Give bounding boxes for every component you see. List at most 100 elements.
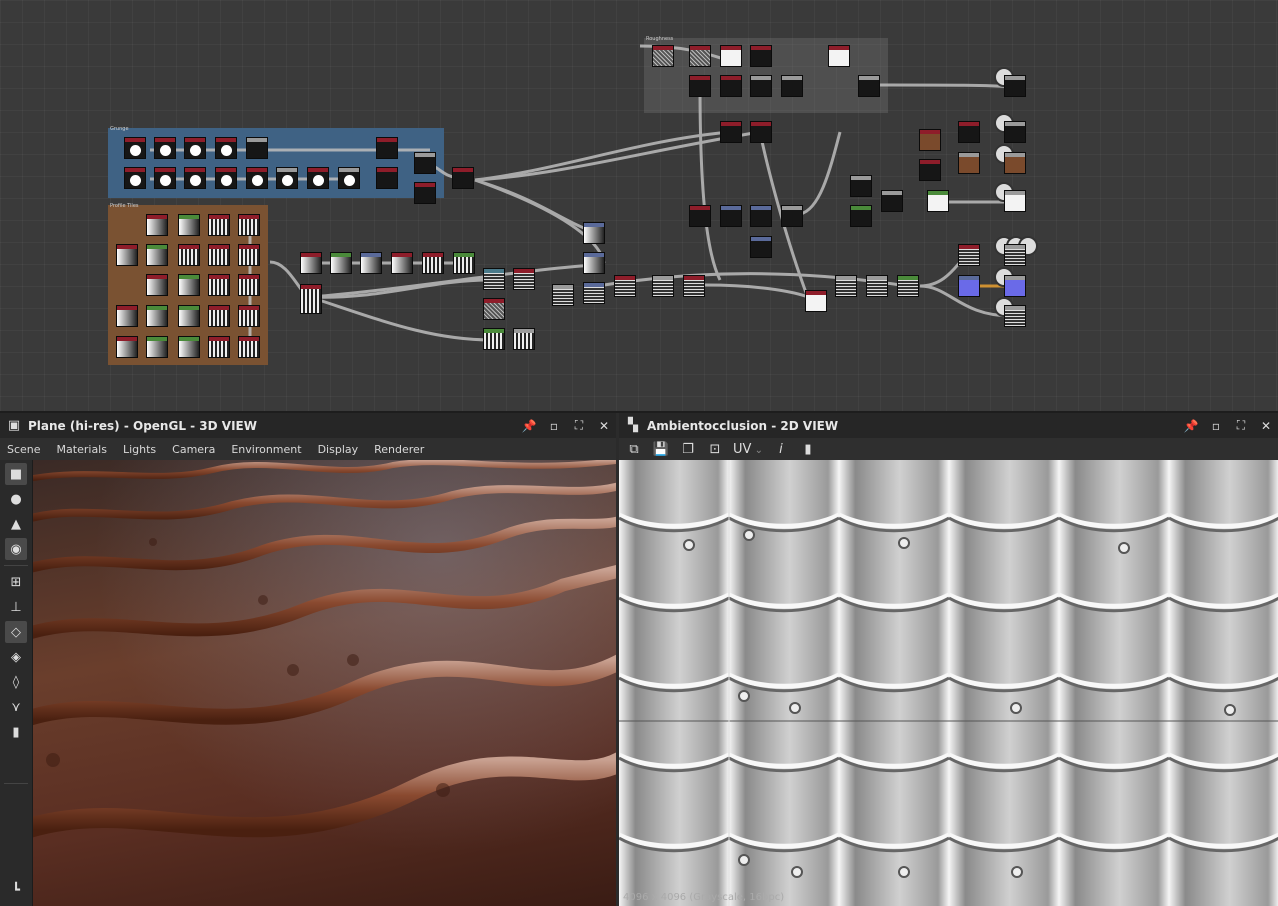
- graph-node[interactable]: [178, 274, 200, 296]
- hierarchy-icon[interactable]: ┗: [5, 879, 27, 901]
- graph-node[interactable]: [720, 205, 742, 227]
- graph-node[interactable]: [422, 252, 444, 274]
- graph-node[interactable]: [330, 252, 352, 274]
- graph-node[interactable]: [246, 137, 268, 159]
- graph-node[interactable]: [583, 222, 605, 244]
- graph-node[interactable]: [238, 336, 260, 358]
- viewport-3d[interactable]: [33, 460, 616, 906]
- graph-node[interactable]: [483, 298, 505, 320]
- graph-node[interactable]: [238, 274, 260, 296]
- uv-dropdown[interactable]: UV ⌄: [733, 442, 763, 457]
- graph-node[interactable]: [866, 275, 888, 297]
- restore-icon[interactable]: ▫: [546, 419, 562, 433]
- stats-icon[interactable]: ▮: [5, 721, 27, 743]
- graph-node[interactable]: [215, 167, 237, 189]
- graph-node[interactable]: [781, 75, 803, 97]
- export-icon[interactable]: ⧉: [625, 442, 643, 457]
- graph-node[interactable]: [178, 336, 200, 358]
- graph-node[interactable]: [919, 129, 941, 151]
- graph-node[interactable]: [116, 244, 138, 266]
- graph-node[interactable]: [919, 159, 941, 181]
- environment-icon[interactable]: ▲: [5, 513, 27, 535]
- graph-node[interactable]: [208, 244, 230, 266]
- graph-node[interactable]: [452, 167, 474, 189]
- graph-node[interactable]: [483, 328, 505, 350]
- graph-node[interactable]: [178, 244, 200, 266]
- graph-node[interactable]: [1004, 190, 1026, 212]
- graph-node[interactable]: [124, 167, 146, 189]
- graph-node[interactable]: [689, 75, 711, 97]
- graph-node[interactable]: [805, 290, 827, 312]
- graph-node[interactable]: [1004, 152, 1026, 174]
- light-icon[interactable]: ●: [5, 488, 27, 510]
- graph-node[interactable]: [276, 167, 298, 189]
- graph-node[interactable]: [614, 275, 636, 297]
- menu-environment[interactable]: Environment: [231, 443, 301, 456]
- graph-node[interactable]: [146, 274, 168, 296]
- graph-node[interactable]: [689, 205, 711, 227]
- close-icon[interactable]: ✕: [1258, 419, 1274, 433]
- graph-node[interactable]: [376, 137, 398, 159]
- menu-lights[interactable]: Lights: [123, 443, 156, 456]
- menu-materials[interactable]: Materials: [57, 443, 107, 456]
- graph-node[interactable]: [720, 75, 742, 97]
- mesh-icon[interactable]: ◈: [5, 646, 27, 668]
- graph-node[interactable]: [184, 167, 206, 189]
- graph-node[interactable]: [483, 268, 505, 290]
- graph-node[interactable]: [1004, 75, 1026, 97]
- graph-node[interactable]: [750, 121, 772, 143]
- graph-node[interactable]: [338, 167, 360, 189]
- graph-node[interactable]: [958, 152, 980, 174]
- info-icon[interactable]: i: [772, 442, 790, 457]
- graph-node[interactable]: [1004, 121, 1026, 143]
- graph-node[interactable]: [850, 175, 872, 197]
- graph-node[interactable]: [881, 190, 903, 212]
- graph-node[interactable]: [835, 275, 857, 297]
- plane-icon[interactable]: ◊: [5, 671, 27, 693]
- graph-node[interactable]: [1004, 275, 1026, 297]
- graph-node[interactable]: [124, 137, 146, 159]
- graph-node[interactable]: [781, 205, 803, 227]
- graph-node[interactable]: [583, 282, 605, 304]
- graph-node[interactable]: [750, 205, 772, 227]
- graph-node[interactable]: [513, 268, 535, 290]
- graph-node[interactable]: [750, 236, 772, 258]
- graph-node[interactable]: [689, 45, 711, 67]
- graph-node[interactable]: [184, 137, 206, 159]
- graph-node[interactable]: [300, 284, 322, 314]
- menu-display[interactable]: Display: [318, 443, 359, 456]
- fit-icon[interactable]: ⊡: [706, 442, 724, 457]
- graph-node[interactable]: [154, 167, 176, 189]
- graph-node[interactable]: [958, 244, 980, 266]
- graph-node[interactable]: [178, 214, 200, 236]
- save-icon[interactable]: 💾: [652, 442, 670, 457]
- maximize-icon[interactable]: ⛶: [571, 418, 587, 433]
- menu-camera[interactable]: Camera: [172, 443, 215, 456]
- graph-node[interactable]: [154, 137, 176, 159]
- graph-node[interactable]: [116, 305, 138, 327]
- close-icon[interactable]: ✕: [596, 419, 612, 433]
- graph-node[interactable]: [720, 121, 742, 143]
- graph-node[interactable]: [208, 274, 230, 296]
- graph-node[interactable]: [238, 305, 260, 327]
- graph-node[interactable]: [958, 275, 980, 297]
- graph-node[interactable]: [391, 252, 413, 274]
- graph-node[interactable]: [146, 214, 168, 236]
- graph-node[interactable]: [652, 45, 674, 67]
- graph-node[interactable]: [246, 167, 268, 189]
- graph-node[interactable]: [453, 252, 475, 274]
- viewport-2d[interactable]: 4096 x 4096 (Grayscale, 16bpc): [619, 460, 1278, 906]
- graph-node[interactable]: [652, 275, 674, 297]
- graph-node[interactable]: [750, 75, 772, 97]
- graph-node[interactable]: [1004, 244, 1026, 266]
- graph-node[interactable]: [238, 214, 260, 236]
- pin-icon[interactable]: 📌: [1183, 419, 1199, 433]
- restore-icon[interactable]: ▫: [1208, 419, 1224, 433]
- graph-node[interactable]: [414, 182, 436, 204]
- graph-node[interactable]: [1004, 305, 1026, 327]
- graph-node[interactable]: [146, 336, 168, 358]
- graph-node[interactable]: [897, 275, 919, 297]
- histogram-icon[interactable]: ▮: [799, 442, 817, 457]
- copy-icon[interactable]: ❐: [679, 442, 697, 457]
- graph-node[interactable]: [238, 244, 260, 266]
